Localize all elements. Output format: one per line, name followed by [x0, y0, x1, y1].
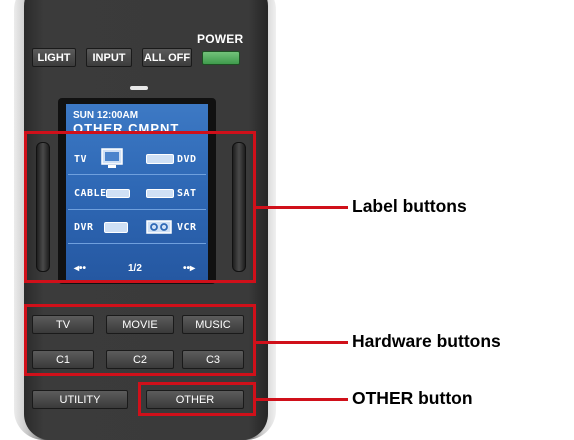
hardware-buttons-callout: Hardware buttons [352, 331, 501, 351]
utility-button[interactable]: UTILITY [32, 390, 128, 409]
input-button[interactable]: INPUT [86, 48, 132, 67]
other-button-callout: OTHER button [352, 388, 473, 408]
label-buttons-highlight [24, 131, 256, 283]
power-label: POWER [197, 32, 244, 46]
all-off-button[interactable]: ALL OFF [142, 48, 192, 67]
hardware-buttons-highlight [24, 304, 256, 376]
status-led [130, 86, 148, 90]
other-button-highlight [138, 382, 256, 416]
label-buttons-callout: Label buttons [352, 196, 467, 216]
hardware-buttons-pointer [256, 341, 348, 344]
other-button-pointer [256, 398, 348, 401]
power-button[interactable] [202, 51, 240, 65]
label-buttons-pointer [256, 206, 348, 209]
light-button[interactable]: LIGHT [32, 48, 76, 67]
lcd-time: SUN 12:00AM [73, 110, 139, 121]
